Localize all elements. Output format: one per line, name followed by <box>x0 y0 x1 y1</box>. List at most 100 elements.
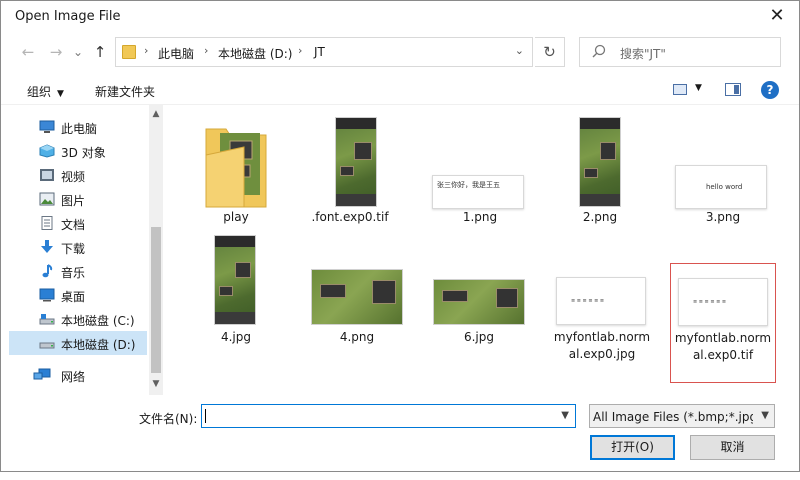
sidebar-item-label: 桌面 <box>61 290 86 304</box>
file-type-select[interactable]: All Image Files (*.bmp;*.jpg;* ▼ <box>589 404 775 428</box>
file-name: myfontlab.norm al.exp0.jpg <box>546 329 658 363</box>
3d-objects-icon <box>39 144 55 158</box>
documents-icon <box>39 216 54 230</box>
scrollbar-thumb[interactable] <box>151 227 161 373</box>
download-icon <box>39 240 54 254</box>
image-thumbnail <box>214 235 256 325</box>
file-item[interactable]: .font.exp0.tif <box>294 111 406 231</box>
thumbnail-panel <box>496 288 518 308</box>
desktop-icon <box>39 288 55 302</box>
thumbnail-panel <box>372 280 396 304</box>
search-box[interactable]: 搜索"JT" <box>579 37 781 67</box>
sidebar-item-label: 视频 <box>61 170 86 184</box>
caret-down-icon[interactable]: ▼ <box>695 83 702 93</box>
breadcrumb-drive-d[interactable]: 本地磁盘 (D:) <box>218 45 292 62</box>
image-thumbnail <box>433 279 525 325</box>
file-name: 6.jpg <box>463 330 495 344</box>
caret-down-icon: ▼ <box>57 89 64 99</box>
command-bar: 组织 ▼ 新建文件夹 ▼ ? <box>1 75 799 105</box>
file-type-value: All Image Files (*.bmp;*.jpg;* <box>593 410 753 424</box>
search-input[interactable]: 搜索"JT" <box>620 45 666 62</box>
organize-button[interactable]: 组织 ▼ <box>27 83 64 100</box>
up-arrow-icon[interactable]: ↑ <box>89 41 111 63</box>
file-name: 3.png <box>705 210 741 224</box>
sidebar-item-label: 图片 <box>61 194 86 208</box>
thumbnail-text: ≡ ≡ ≡ ≡ ≡ ≡ <box>571 298 605 304</box>
preview-pane-icon[interactable] <box>725 83 741 96</box>
sidebar-item-this-pc[interactable]: 此电脑 <box>9 115 149 139</box>
file-item[interactable]: ≡ ≡ ≡ ≡ ≡ ≡ myfontlab.norm al.exp0.jpg <box>546 231 658 361</box>
file-name: 1.png <box>462 210 498 224</box>
sidebar-scrollbar[interactable]: ▲ ▼ <box>149 105 163 395</box>
sidebar-item-pictures[interactable]: 图片 <box>9 187 149 211</box>
image-thumbnail: ≡ ≡ ≡ ≡ ≡ ≡ <box>678 278 768 326</box>
image-thumbnail: hello word <box>675 165 767 209</box>
drive-icon <box>39 336 55 350</box>
image-thumbnail <box>579 117 621 207</box>
window-title: Open Image File <box>15 9 121 24</box>
sidebar-item-downloads[interactable]: 下载 <box>9 235 149 259</box>
file-name: 2.png <box>582 210 618 224</box>
sidebar-item-network[interactable]: 网络 <box>9 363 149 387</box>
file-item[interactable]: 6.jpg <box>423 231 535 351</box>
sidebar-item-label: 网络 <box>61 370 86 384</box>
scroll-up-icon[interactable]: ▲ <box>149 107 163 121</box>
back-arrow-icon[interactable]: ← <box>17 41 39 63</box>
filename-label: 文件名(N): <box>139 412 198 426</box>
chevron-down-icon[interactable]: ⌄ <box>515 44 524 57</box>
sidebar-item-documents[interactable]: 文档 <box>9 211 149 235</box>
file-item[interactable]: 张三你好，我是王五 1.png <box>424 111 536 231</box>
close-icon[interactable]: ✕ <box>765 5 789 27</box>
navigation-pane: 此电脑 3D 对象 视频 图片 文档 下载 音乐 桌面 本地磁盘 (C:) 本地… <box>1 105 164 395</box>
sidebar-item-label: 下载 <box>61 242 86 256</box>
file-item[interactable]: hello word 3.png <box>667 111 779 231</box>
scroll-down-icon[interactable]: ▼ <box>149 377 163 391</box>
help-icon[interactable]: ? <box>761 81 779 99</box>
drive-icon <box>39 312 55 326</box>
chevron-down-icon[interactable]: ▼ <box>561 410 569 421</box>
thumbnail-panel <box>354 142 372 160</box>
text-cursor <box>205 409 206 423</box>
computer-icon <box>39 120 55 134</box>
file-item[interactable]: 4.jpg <box>180 231 292 351</box>
organize-label: 组织 <box>27 85 52 99</box>
breadcrumb-jt[interactable]: JT <box>314 45 325 59</box>
view-mode-icon[interactable] <box>673 84 687 95</box>
refresh-icon[interactable]: ↻ <box>535 37 565 67</box>
sidebar-item-3d-objects[interactable]: 3D 对象 <box>9 139 149 163</box>
chevron-right-icon: › <box>298 44 303 57</box>
sidebar-item-label: 音乐 <box>61 266 86 280</box>
network-icon <box>33 368 51 382</box>
address-bar[interactable]: › 此电脑 › 本地磁盘 (D:) › JT ⌄ <box>115 37 533 67</box>
thumbnail-panel <box>442 290 468 302</box>
sidebar-item-drive-d[interactable]: 本地磁盘 (D:) <box>9 331 147 355</box>
music-icon <box>39 264 54 278</box>
cancel-button[interactable]: 取消 <box>690 435 775 460</box>
file-item-highlighted[interactable]: ≡ ≡ ≡ ≡ ≡ ≡ myfontlab.norm al.exp0.tif <box>670 263 776 383</box>
forward-arrow-icon[interactable]: → <box>45 41 67 63</box>
file-item[interactable]: 4.png <box>301 231 413 351</box>
breadcrumb-this-pc[interactable]: 此电脑 <box>158 45 194 62</box>
file-item[interactable]: 2.png <box>544 111 656 231</box>
sidebar-item-music[interactable]: 音乐 <box>9 259 149 283</box>
file-name-line: al.exp0.tif <box>692 348 754 362</box>
open-button[interactable]: 打开(O) <box>590 435 675 460</box>
sidebar-item-video[interactable]: 视频 <box>9 163 149 187</box>
new-folder-button[interactable]: 新建文件夹 <box>95 83 155 100</box>
recent-locations-icon[interactable]: ⌄ <box>67 41 89 63</box>
thumbnail-text: ≡ ≡ ≡ ≡ ≡ ≡ <box>693 299 727 305</box>
chevron-down-icon[interactable]: ▼ <box>761 410 769 421</box>
search-icon <box>592 44 606 62</box>
file-name: 4.jpg <box>220 330 252 344</box>
folder-icon <box>204 125 268 209</box>
sidebar-item-desktop[interactable]: 桌面 <box>9 283 149 307</box>
file-name: play <box>223 210 249 224</box>
thumbnail-panel <box>340 166 354 176</box>
chevron-right-icon: › <box>204 44 209 57</box>
sidebar-item-drive-c[interactable]: 本地磁盘 (C:) <box>9 307 149 331</box>
filename-input[interactable]: ▼ <box>201 404 576 428</box>
sidebar-item-label: 文档 <box>61 218 86 232</box>
sidebar-item-label: 本地磁盘 (C:) <box>61 314 135 328</box>
file-item[interactable]: play <box>180 111 292 231</box>
file-name: myfontlab.norm al.exp0.tif <box>671 330 775 364</box>
